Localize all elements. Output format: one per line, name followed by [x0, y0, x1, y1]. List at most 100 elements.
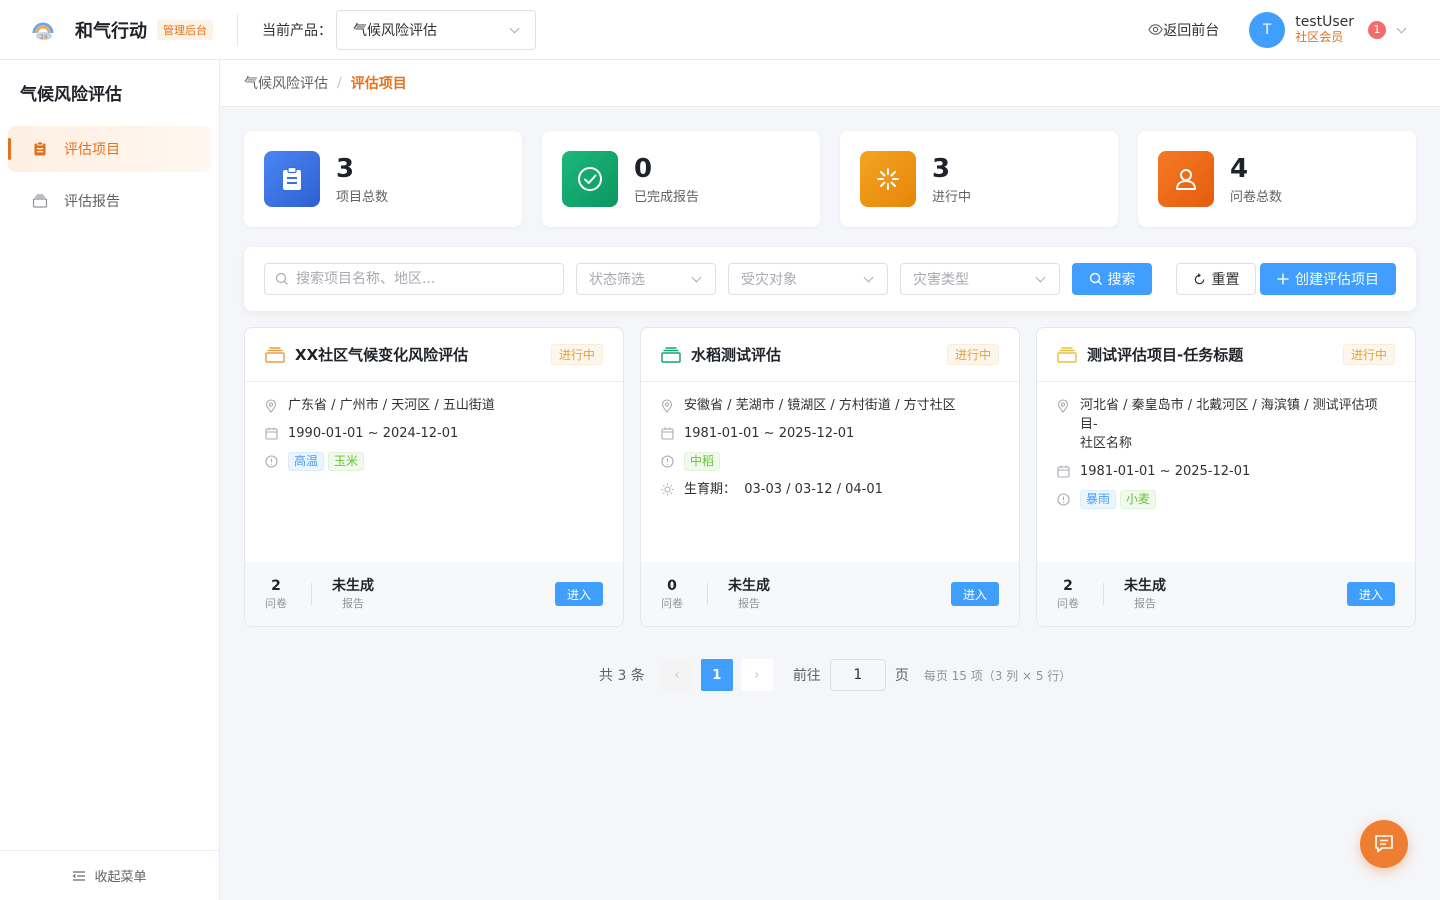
report-status: 未生成	[332, 578, 374, 594]
location-text: 广东省 / 广州市 / 天河区 / 五山街道	[288, 398, 495, 413]
collapse-menu-label: 收起菜单	[94, 870, 147, 885]
chevron-down-icon	[1035, 273, 1047, 285]
admin-badge: 管理后台	[157, 19, 213, 40]
status-badge: 进行中	[946, 344, 999, 365]
calendar-icon	[661, 424, 675, 443]
status-badge: 进行中	[1342, 344, 1395, 365]
card-footer: 0 问卷 未生成 报告 进入	[641, 562, 1019, 626]
period-text: 1981-01-01 ~ 2025-12-01	[684, 426, 855, 441]
stat-card-total-projects: 3 项目总数	[244, 131, 522, 227]
enter-button[interactable]: 进入	[1347, 582, 1395, 606]
stat-value: 0	[634, 153, 653, 184]
breadcrumb: 气候风险评估 / 评估项目	[220, 60, 1440, 107]
card-footer: 2 问卷 未生成 报告 进入	[1037, 562, 1415, 626]
clipboard-icon	[264, 151, 320, 207]
menu-fold-icon	[72, 869, 86, 883]
enter-button[interactable]: 进入	[951, 582, 999, 606]
location-text: 河北省 / 秦皇岛市 / 北戴河区 / 海滨镇 / 测试评估项目-	[1080, 398, 1378, 432]
stat-value: 3	[336, 153, 355, 184]
sidebar: 气候风险评估 评估项目 评估报告 收起菜单	[0, 60, 220, 900]
breadcrumb-parent[interactable]: 气候风险评估	[244, 73, 328, 93]
stat-value: 4	[1230, 153, 1249, 184]
archive-icon	[32, 193, 48, 209]
page-number-current[interactable]: 1	[700, 659, 733, 691]
card-footer: 2 问卷 未生成 报告 进入	[245, 562, 623, 626]
project-title[interactable]: XX社区气候变化风险评估	[295, 344, 551, 365]
hazard-tag: 暴雨	[1080, 490, 1117, 509]
period-text: 1990-01-01 ~ 2024-12-01	[288, 426, 459, 441]
status-filter-select[interactable]: 状态筛选	[576, 263, 716, 295]
project-period: 1990-01-01 ~ 2024-12-01	[265, 424, 603, 443]
reset-button-label: 重置	[1211, 272, 1240, 288]
info-icon	[661, 452, 675, 471]
breadcrumb-separator: /	[337, 75, 342, 91]
target-filter-select[interactable]: 受灾对象	[728, 263, 888, 295]
next-page-button[interactable]: ›	[740, 659, 773, 691]
filter-bar: 状态筛选 受灾对象 灾害类型 搜索 重置 创建评估项目	[244, 247, 1416, 311]
target-tag: 玉米	[328, 452, 365, 471]
enter-button[interactable]: 进入	[555, 582, 603, 606]
user-icon	[1158, 151, 1214, 207]
project-location: 广东省 / 广州市 / 天河区 / 五山街道	[265, 396, 603, 415]
project-tags: 高温 玉米	[265, 452, 603, 471]
notification-badge[interactable]: 1	[1368, 20, 1386, 39]
breadcrumb-current: 评估项目	[350, 76, 407, 92]
sidebar-title: 气候风险评估	[20, 85, 122, 105]
pagination-total: 共 3 条	[599, 668, 645, 684]
chat-icon	[1373, 833, 1395, 855]
hazard-tag: 高温	[288, 452, 325, 471]
archive-icon	[265, 346, 285, 363]
stat-label: 进行中	[932, 189, 972, 205]
search-icon	[275, 272, 289, 286]
questionnaire-count: 2	[271, 578, 281, 594]
growth-period-text: 生育期： 03-03 / 03-12 / 04-01	[684, 482, 883, 497]
header-divider	[237, 13, 238, 46]
info-icon	[1057, 490, 1071, 509]
project-tags: 暴雨 小麦	[1057, 490, 1395, 509]
project-card: XX社区气候变化风险评估 进行中 广东省 / 广州市 / 天河区 / 五山街道 …	[244, 327, 624, 627]
back-to-frontend-link[interactable]: 返回前台	[1148, 20, 1219, 40]
collapse-menu-button[interactable]: 收起菜单	[0, 850, 219, 900]
questionnaire-count: 0	[667, 578, 677, 594]
search-input-wrapper	[264, 263, 564, 295]
product-select-value: 气候风险评估	[353, 22, 437, 39]
calendar-icon	[1057, 462, 1071, 481]
chevron-down-icon	[691, 273, 703, 285]
clipboard-icon	[32, 141, 48, 157]
user-info[interactable]: testUser 社区会员	[1295, 14, 1354, 45]
sidebar-item-reports[interactable]: 评估报告	[8, 178, 211, 224]
project-title[interactable]: 水稻测试评估	[691, 344, 947, 365]
status-filter-placeholder: 状态筛选	[589, 272, 645, 288]
sidebar-item-projects[interactable]: 评估项目	[8, 126, 211, 172]
search-button[interactable]: 搜索	[1072, 263, 1152, 295]
product-select[interactable]: 气候风险评估	[336, 9, 536, 50]
create-project-label: 创建评估项目	[1295, 272, 1379, 288]
prev-page-button[interactable]: ‹	[660, 659, 693, 691]
create-project-button[interactable]: 创建评估项目	[1260, 263, 1396, 295]
user-menu-chevron-icon[interactable]	[1396, 24, 1408, 36]
chevron-down-icon	[509, 24, 521, 36]
location-pin-icon	[661, 396, 675, 415]
stat-label: 项目总数	[336, 189, 389, 205]
eye-icon	[1148, 22, 1163, 37]
product-label: 当前产品：	[262, 22, 332, 39]
stat-card-in-progress: 3 进行中	[840, 131, 1118, 227]
avatar[interactable]: T	[1249, 11, 1286, 48]
svg-text:24: 24	[40, 34, 48, 41]
goto-page-input[interactable]: 1	[829, 659, 886, 691]
reset-button[interactable]: 重置	[1176, 263, 1256, 295]
hazard-filter-placeholder: 灾害类型	[913, 272, 969, 288]
app-logo-icon: 24	[30, 17, 56, 43]
hazard-filter-select[interactable]: 灾害类型	[900, 263, 1060, 295]
project-title[interactable]: 测试评估项目-任务标题	[1087, 344, 1343, 365]
sidebar-item-label: 评估项目	[64, 142, 120, 158]
top-header: 24 和气行动 管理后台 当前产品： 气候风险评估 返回前台 T testUse…	[0, 0, 1440, 60]
project-location: 安徽省 / 芜湖市 / 镜湖区 / 方村街道 / 方寸社区	[661, 396, 999, 415]
search-icon	[1089, 272, 1103, 286]
questionnaire-count: 2	[1063, 578, 1073, 594]
loading-icon	[860, 151, 916, 207]
report-label: 报告	[1134, 597, 1156, 610]
info-icon	[265, 452, 279, 471]
chat-button[interactable]	[1360, 820, 1408, 868]
search-input[interactable]	[296, 271, 546, 287]
